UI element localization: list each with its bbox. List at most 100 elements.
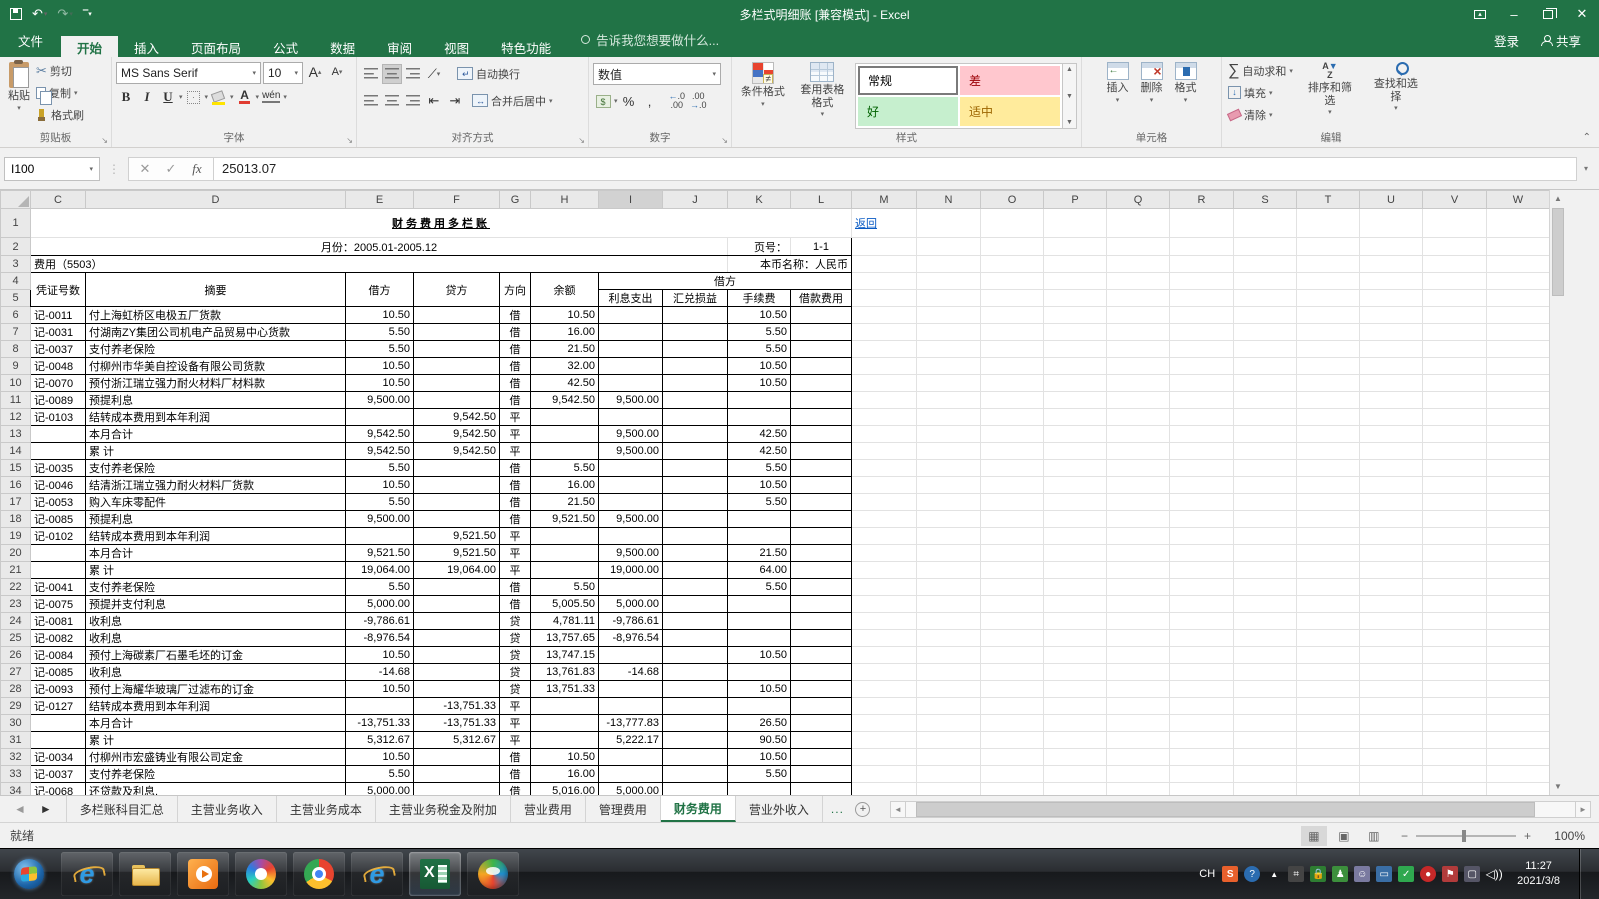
column-header-F[interactable]: F [413,190,500,209]
cell[interactable] [790,357,852,375]
cell[interactable] [1296,255,1360,273]
cell[interactable] [413,646,500,664]
cell[interactable]: 5.50 [345,493,414,511]
sheet-tab-营业外收入[interactable]: 营业外收入 [735,796,823,822]
cell[interactable]: 支付养老保险 [85,459,346,477]
show-desktop-button[interactable] [1579,848,1593,899]
cell[interactable] [851,646,917,664]
cell[interactable]: 5.50 [727,459,791,477]
cell[interactable] [1359,782,1423,795]
align-left-button[interactable] [361,91,381,111]
cell[interactable] [1169,595,1234,613]
cell[interactable] [916,782,981,795]
cell[interactable] [1169,306,1234,324]
cell[interactable] [598,476,663,494]
cell[interactable] [1486,595,1549,613]
taskbar-sphere-browser-button[interactable] [467,852,519,896]
cell[interactable]: 记-0053 [30,493,86,511]
cell[interactable] [1169,374,1234,392]
font-size-combo[interactable]: 10 ▾ [263,62,303,84]
cell[interactable] [980,272,1044,290]
cell[interactable] [598,408,663,426]
cell[interactable] [1486,612,1549,630]
insert-function-button[interactable]: fx [185,161,209,177]
cell[interactable] [30,425,86,443]
select-all-corner[interactable] [0,190,31,209]
cell[interactable] [916,714,981,732]
cell[interactable] [1043,208,1107,238]
cell[interactable] [1169,289,1234,307]
cell[interactable] [1359,544,1423,562]
cell[interactable] [1233,306,1297,324]
cell[interactable] [530,544,599,562]
cell[interactable] [1486,237,1549,256]
cell[interactable] [980,714,1044,732]
cell[interactable] [1296,578,1360,596]
row-header[interactable]: 16 [0,476,31,494]
share-button[interactable]: 共享 [1540,31,1581,50]
cell[interactable] [916,357,981,375]
cell[interactable] [1169,323,1234,341]
cell[interactable] [30,561,86,579]
cell[interactable] [1169,612,1234,630]
cell[interactable]: 10.50 [345,748,414,766]
cell[interactable] [980,612,1044,630]
cell[interactable]: 9,542.50 [345,442,414,460]
cell[interactable] [727,595,791,613]
cell[interactable] [980,391,1044,409]
undo-button[interactable]: ↶ ▾ [32,6,47,22]
taskbar-media-player-button[interactable] [177,852,229,896]
cell[interactable] [413,765,500,783]
cell[interactable]: 5.50 [345,459,414,477]
col-credit[interactable]: 贷方 [413,272,500,307]
cell[interactable] [851,595,917,613]
sheet-tab-主营业务税金及附加[interactable]: 主营业务税金及附加 [375,796,511,822]
cell[interactable] [1296,663,1360,681]
cell[interactable] [1422,255,1487,273]
cell[interactable] [790,510,852,528]
cell[interactable]: 借 [499,782,531,795]
cell[interactable] [1422,680,1487,698]
cell[interactable] [1043,544,1107,562]
column-header-H[interactable]: H [530,190,599,209]
cell[interactable] [1359,459,1423,477]
cell[interactable] [1106,237,1170,256]
cell[interactable] [1043,476,1107,494]
cell[interactable] [530,408,599,426]
cell[interactable] [916,237,981,256]
row-header[interactable]: 25 [0,629,31,647]
cell[interactable] [851,714,917,732]
row-header[interactable]: 30 [0,714,31,732]
cell[interactable] [851,782,917,795]
cell[interactable] [980,527,1044,545]
cell[interactable]: 9,500.00 [345,391,414,409]
cell[interactable] [1486,629,1549,647]
cell[interactable] [530,527,599,545]
column-header-J[interactable]: J [662,190,728,209]
cell[interactable]: 9,542.50 [345,425,414,443]
copy-button[interactable]: 复制 ▾ [34,82,86,105]
cell[interactable] [1422,306,1487,324]
column-header-R[interactable]: R [1169,190,1234,209]
taskbar-excel-button[interactable] [409,852,461,896]
cell[interactable] [1106,510,1170,528]
cell[interactable]: 借 [499,476,531,494]
cell[interactable] [1422,697,1487,715]
cell[interactable] [1233,408,1297,426]
cell[interactable] [598,697,663,715]
cell[interactable] [1233,629,1297,647]
column-header-D[interactable]: D [85,190,346,209]
cell[interactable] [1486,697,1549,715]
cell[interactable] [1422,237,1487,256]
cell[interactable] [980,782,1044,795]
cell[interactable] [1106,765,1170,783]
cell[interactable] [1233,765,1297,783]
cell[interactable] [1486,459,1549,477]
cell[interactable] [1106,340,1170,358]
row-header[interactable]: 5 [0,289,31,307]
cell[interactable] [662,459,728,477]
cell[interactable] [1486,255,1549,273]
cell[interactable] [916,544,981,562]
row-header[interactable]: 20 [0,544,31,562]
subcolumn-header[interactable]: 利息支出 [598,289,663,307]
